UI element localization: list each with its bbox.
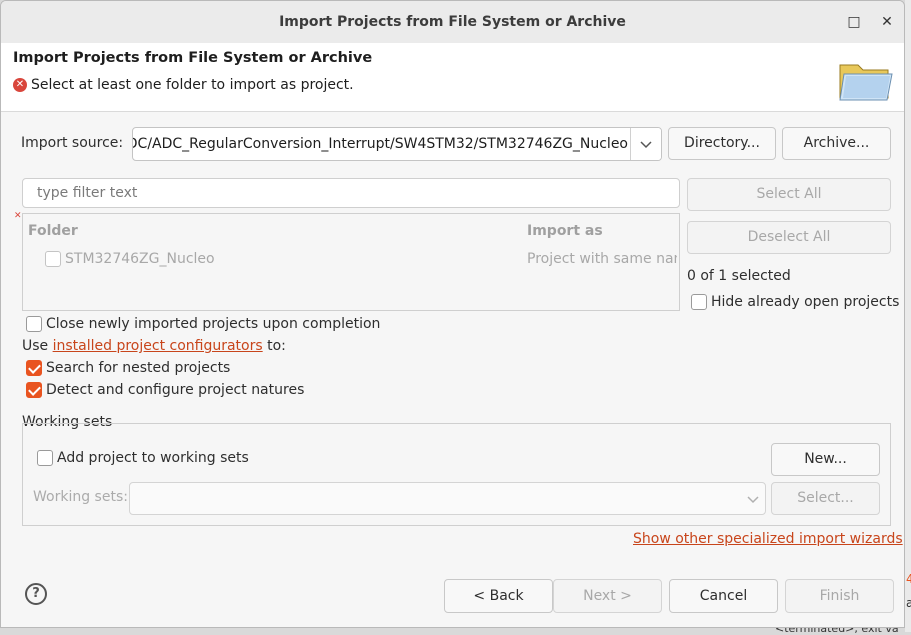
cancel-button[interactable]: Cancel xyxy=(669,579,778,613)
background-text-fragment: 4 xyxy=(906,572,911,586)
column-header-import-as[interactable]: Import as xyxy=(527,223,603,239)
help-icon[interactable]: ? xyxy=(25,583,47,605)
working-sets-combo[interactable] xyxy=(129,482,766,515)
new-working-set-button[interactable]: New... xyxy=(771,443,880,476)
back-button[interactable]: < Back xyxy=(444,579,553,613)
finish-button[interactable]: Finish xyxy=(785,579,894,613)
row-checkbox[interactable] xyxy=(45,251,61,267)
search-nested-checkbox[interactable] xyxy=(26,360,42,376)
page-title: Import Projects from File System or Arch… xyxy=(13,50,373,66)
directory-button[interactable]: Directory... xyxy=(668,127,776,160)
hide-open-label[interactable]: Hide already open projects xyxy=(711,294,899,310)
chevron-down-icon[interactable] xyxy=(630,128,661,160)
filter-input[interactable]: type filter text xyxy=(22,178,680,208)
folder-icon xyxy=(839,64,893,101)
search-nested-label[interactable]: Search for nested projects xyxy=(46,360,230,376)
detect-natures-checkbox[interactable] xyxy=(26,382,42,398)
add-to-working-sets-label[interactable]: Add project to working sets xyxy=(57,450,249,466)
next-button[interactable]: Next > xyxy=(553,579,662,613)
error-message: Select at least one folder to import as … xyxy=(31,77,354,93)
hide-open-checkbox[interactable] xyxy=(691,294,707,310)
folder-name: STM32746ZG_Nucleo xyxy=(65,251,215,267)
archive-button[interactable]: Archive... xyxy=(782,127,891,160)
select-working-sets-button[interactable]: Select... xyxy=(771,482,880,515)
close-window-button[interactable]: ✕ xyxy=(877,12,897,32)
selection-count: 0 of 1 selected xyxy=(687,268,791,284)
background-window-edge xyxy=(905,0,911,632)
filter-placeholder: type filter text xyxy=(37,185,138,201)
window-title: Import Projects from File System or Arch… xyxy=(279,14,626,30)
select-all-button[interactable]: Select All xyxy=(687,178,891,211)
import-as-value: Project with same name xyxy=(527,251,677,267)
other-wizards-link[interactable]: Show other specialized import wizards xyxy=(633,531,903,547)
chevron-down-icon xyxy=(747,496,759,504)
maximize-button[interactable]: □ xyxy=(844,12,864,32)
deselect-all-button[interactable]: Deselect All xyxy=(687,221,891,254)
import-source-label: Import source: xyxy=(21,135,124,151)
background-text-fragment: a xyxy=(906,596,911,610)
wizard-header: Import Projects from File System or Arch… xyxy=(1,43,904,112)
detect-natures-label[interactable]: Detect and configure project natures xyxy=(46,382,304,398)
import-source-combo[interactable]: ADC/ADC_RegularConversion_Interrupt/SW4S… xyxy=(132,127,662,161)
configurators-link[interactable]: installed project configurators xyxy=(53,338,263,354)
import-source-value: ADC/ADC_RegularConversion_Interrupt/SW4S… xyxy=(132,136,628,152)
working-sets-label: Working sets: xyxy=(33,489,128,505)
title-bar: Import Projects from File System or Arch… xyxy=(1,1,904,44)
close-imported-checkbox[interactable] xyxy=(26,316,42,332)
configurators-sentence: Use installed project configurators to: xyxy=(22,338,286,354)
table-error-icon: ✕ xyxy=(14,211,22,221)
import-dialog: Import Projects from File System or Arch… xyxy=(0,0,905,628)
folder-table[interactable]: Folder Import as STM32746ZG_Nucleo Proje… xyxy=(22,213,680,311)
column-header-folder[interactable]: Folder xyxy=(28,223,78,239)
error-icon: ✕ xyxy=(13,78,27,92)
use-suffix: to: xyxy=(262,338,286,354)
close-imported-label[interactable]: Close newly imported projects upon compl… xyxy=(46,316,380,332)
add-to-working-sets-checkbox[interactable] xyxy=(37,450,53,466)
use-prefix: Use xyxy=(22,338,53,354)
